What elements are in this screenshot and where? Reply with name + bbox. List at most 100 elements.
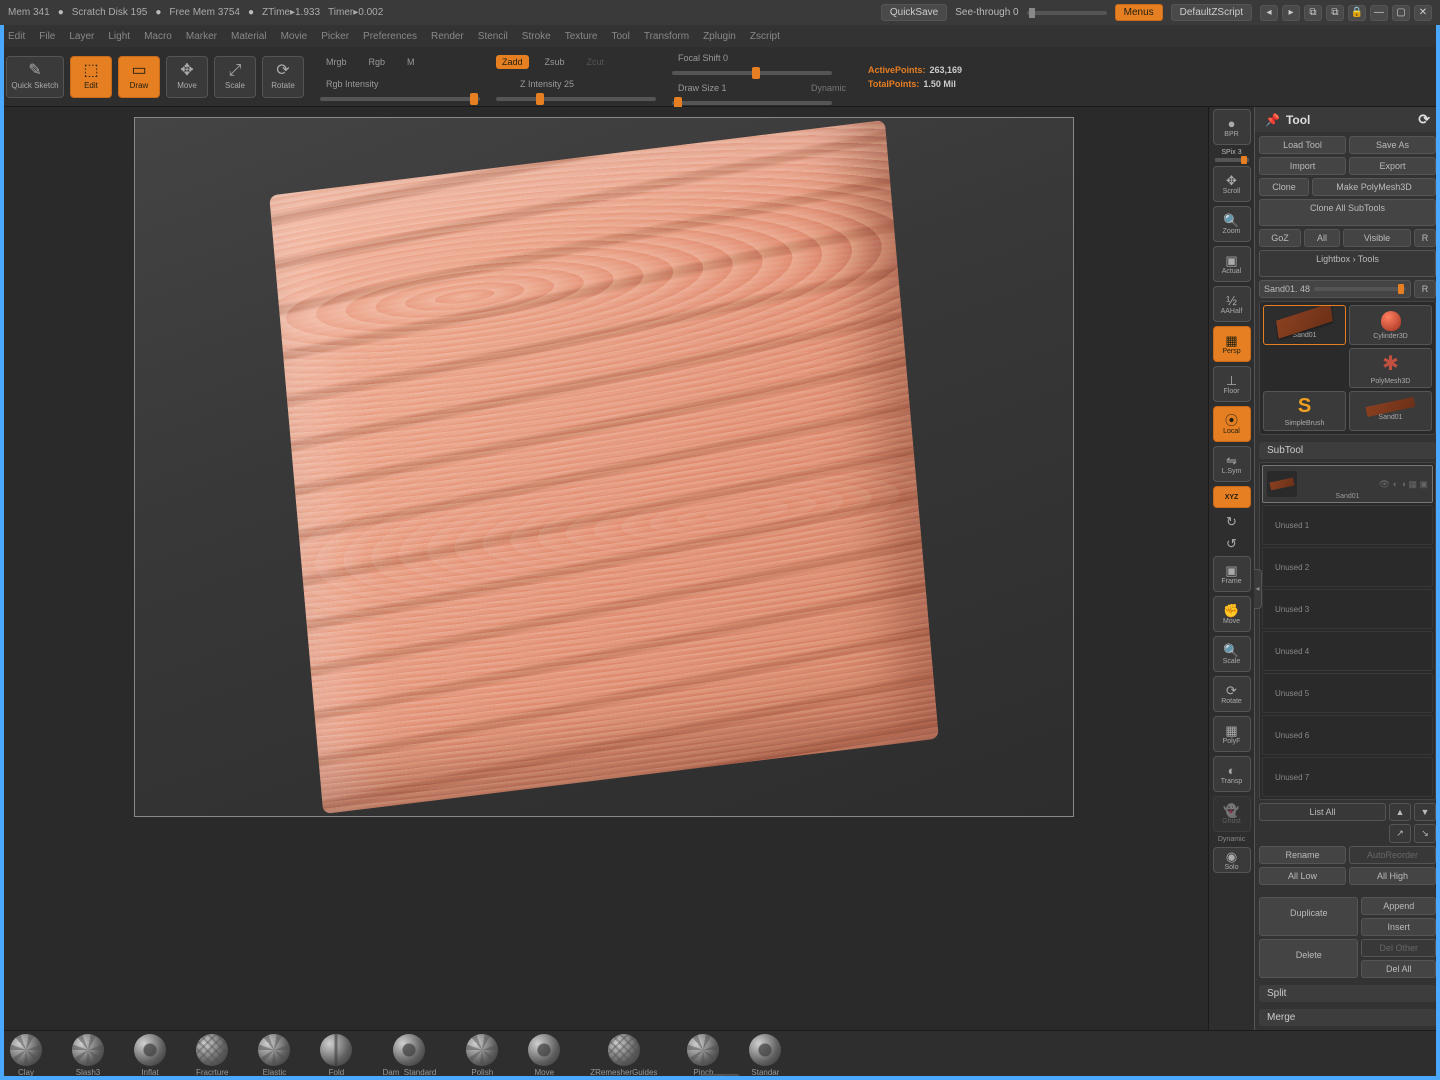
subtool-unused-1[interactable]: Unused 1 bbox=[1262, 505, 1433, 545]
spix-slider[interactable] bbox=[1215, 158, 1249, 162]
ghost-button[interactable]: 👻Ghost bbox=[1213, 796, 1251, 832]
aahalf-button[interactable]: ½AAHalf bbox=[1213, 286, 1251, 322]
menu-texture[interactable]: Texture bbox=[565, 31, 598, 42]
tool-r-button[interactable]: R bbox=[1414, 280, 1436, 298]
goz-r-button[interactable]: R bbox=[1414, 229, 1436, 247]
move-cam-button[interactable]: ✊Move bbox=[1213, 596, 1251, 632]
local-button[interactable]: ⦿Local bbox=[1213, 406, 1251, 442]
split-header[interactable]: Split bbox=[1259, 985, 1436, 1002]
import-button[interactable]: Import bbox=[1259, 157, 1346, 175]
menu-zscript[interactable]: Zscript bbox=[750, 31, 780, 42]
dynamic-label[interactable]: Dynamic bbox=[805, 81, 852, 95]
dock-left-icon[interactable]: ⧉ bbox=[1304, 5, 1322, 21]
mrgb-toggle[interactable]: Mrgb bbox=[320, 55, 353, 69]
brush-fracture[interactable]: Fracrture bbox=[196, 1034, 228, 1077]
xyz-button[interactable]: XYZ bbox=[1213, 486, 1251, 508]
export-button[interactable]: Export bbox=[1349, 157, 1436, 175]
subtool-vis-icons[interactable]: 👁 ◐ ◑ ▦ ▣ bbox=[1379, 479, 1428, 490]
zsub-toggle[interactable]: Zsub bbox=[539, 55, 571, 69]
menu-edit[interactable]: Edit bbox=[8, 31, 25, 42]
list-all-button[interactable]: List All bbox=[1259, 803, 1386, 821]
tool-thumb-simplebrush[interactable]: SSimpleBrush bbox=[1263, 391, 1346, 431]
rgb-intensity-label[interactable]: Rgb Intensity bbox=[320, 77, 385, 91]
cw-rotate-icon[interactable]: ↻ bbox=[1213, 512, 1251, 530]
lsym-button[interactable]: ⇋L.Sym bbox=[1213, 446, 1251, 482]
goz-all-button[interactable]: All bbox=[1304, 229, 1340, 247]
brush-standard[interactable]: Standar bbox=[749, 1034, 781, 1077]
focal-shift-label[interactable]: Focal Shift 0 bbox=[672, 51, 734, 65]
move-button[interactable]: ✥Move bbox=[166, 56, 208, 98]
pin-icon[interactable]: 📌 bbox=[1265, 113, 1280, 127]
rgb-toggle[interactable]: Rgb bbox=[363, 55, 392, 69]
del-other-button[interactable]: Del Other bbox=[1361, 939, 1436, 957]
draw-size-slider[interactable] bbox=[672, 101, 832, 105]
brush-polish[interactable]: Polish bbox=[466, 1034, 498, 1077]
solo-button[interactable]: ◉Solo bbox=[1213, 847, 1251, 873]
z-intensity-slider[interactable] bbox=[496, 97, 656, 101]
m-toggle[interactable]: M bbox=[401, 55, 421, 69]
autoreorder-button[interactable]: AutoReorder bbox=[1349, 846, 1436, 864]
brush-inflat[interactable]: Inflat bbox=[134, 1034, 166, 1077]
make-polymesh-button[interactable]: Make PolyMesh3D bbox=[1312, 178, 1436, 196]
tool-thumb-sand01-alt[interactable]: Sand01 bbox=[1349, 391, 1432, 431]
minimize-icon[interactable]: — bbox=[1370, 5, 1388, 21]
clone-button[interactable]: Clone bbox=[1259, 178, 1309, 196]
del-all-button[interactable]: Del All bbox=[1361, 960, 1436, 978]
menu-macro[interactable]: Macro bbox=[144, 31, 172, 42]
menu-preferences[interactable]: Preferences bbox=[363, 31, 417, 42]
subtool-row-sand01[interactable]: 👁 ◐ ◑ ▦ ▣ Sand01 bbox=[1262, 465, 1433, 503]
arrow-down-right-icon[interactable]: ↘ bbox=[1414, 824, 1436, 843]
scale-cam-button[interactable]: 🔍Scale bbox=[1213, 636, 1251, 672]
viewport[interactable] bbox=[0, 107, 1208, 1030]
menu-layer[interactable]: Layer bbox=[69, 31, 94, 42]
lock-icon[interactable]: 🔒 bbox=[1348, 5, 1366, 21]
menu-render[interactable]: Render bbox=[431, 31, 464, 42]
lightbox-tools-button[interactable]: Lightbox › Tools bbox=[1259, 250, 1436, 277]
merge-header[interactable]: Merge bbox=[1259, 1009, 1436, 1026]
tool-thumb-polymesh3d[interactable]: ✱PolyMesh3D bbox=[1349, 348, 1432, 388]
menu-movie[interactable]: Movie bbox=[281, 31, 308, 42]
menu-material[interactable]: Material bbox=[231, 31, 267, 42]
menu-stroke[interactable]: Stroke bbox=[522, 31, 551, 42]
ccw-rotate-icon[interactable]: ↺ bbox=[1213, 534, 1251, 552]
clone-all-button[interactable]: Clone All SubTools bbox=[1259, 199, 1436, 226]
persp-button[interactable]: ▦Persp bbox=[1213, 326, 1251, 362]
maximize-icon[interactable]: ▢ bbox=[1392, 5, 1410, 21]
subtool-unused-6[interactable]: Unused 6 bbox=[1262, 715, 1433, 755]
menu-stencil[interactable]: Stencil bbox=[478, 31, 508, 42]
goz-visible-button[interactable]: Visible bbox=[1343, 229, 1411, 247]
goz-button[interactable]: GoZ bbox=[1259, 229, 1301, 247]
floor-button[interactable]: ⊥Floor bbox=[1213, 366, 1251, 402]
zoom-button[interactable]: 🔍Zoom bbox=[1213, 206, 1251, 242]
brush-elastic[interactable]: Elastic bbox=[258, 1034, 290, 1077]
bpr-button[interactable]: ●BPR bbox=[1213, 109, 1251, 145]
brush-fold[interactable]: Fold bbox=[320, 1034, 352, 1077]
focal-shift-slider[interactable] bbox=[672, 71, 832, 75]
subtool-unused-7[interactable]: Unused 7 bbox=[1262, 757, 1433, 797]
delete-button[interactable]: Delete bbox=[1259, 939, 1358, 978]
brush-damstandard[interactable]: Dam_Standard bbox=[382, 1034, 436, 1077]
scroll-button[interactable]: ✥Scroll bbox=[1213, 166, 1251, 202]
rotate-cam-button[interactable]: ⟳Rotate bbox=[1213, 676, 1251, 712]
quicksave-button[interactable]: QuickSave bbox=[881, 4, 947, 21]
menu-zplugin[interactable]: Zplugin bbox=[703, 31, 736, 42]
arrow-up-right-icon[interactable]: ↗ bbox=[1389, 824, 1411, 843]
zcut-toggle[interactable]: Zcut bbox=[581, 55, 611, 69]
draw-button[interactable]: ▭Draw bbox=[118, 56, 160, 98]
all-high-button[interactable]: All High bbox=[1349, 867, 1436, 885]
subtool-unused-5[interactable]: Unused 5 bbox=[1262, 673, 1433, 713]
brush-pinch[interactable]: Pinch bbox=[687, 1034, 719, 1077]
arrow-left-icon[interactable]: ◂ bbox=[1260, 5, 1278, 21]
arrow-right-icon[interactable]: ▸ bbox=[1282, 5, 1300, 21]
frame-button[interactable]: ▣Frame bbox=[1213, 556, 1251, 592]
brush-slash3[interactable]: Slash3 bbox=[72, 1034, 104, 1077]
subtool-unused-2[interactable]: Unused 2 bbox=[1262, 547, 1433, 587]
dock-right-icon[interactable]: ⧉ bbox=[1326, 5, 1344, 21]
scale-button[interactable]: ⤢Scale bbox=[214, 56, 256, 98]
rotate-button[interactable]: ⟳Rotate bbox=[262, 56, 304, 98]
canvas-frame[interactable] bbox=[134, 117, 1074, 817]
move-up-icon[interactable]: ▲ bbox=[1389, 803, 1411, 821]
subtool-unused-4[interactable]: Unused 4 bbox=[1262, 631, 1433, 671]
close-icon[interactable]: ✕ bbox=[1414, 5, 1432, 21]
append-button[interactable]: Append bbox=[1361, 897, 1436, 915]
